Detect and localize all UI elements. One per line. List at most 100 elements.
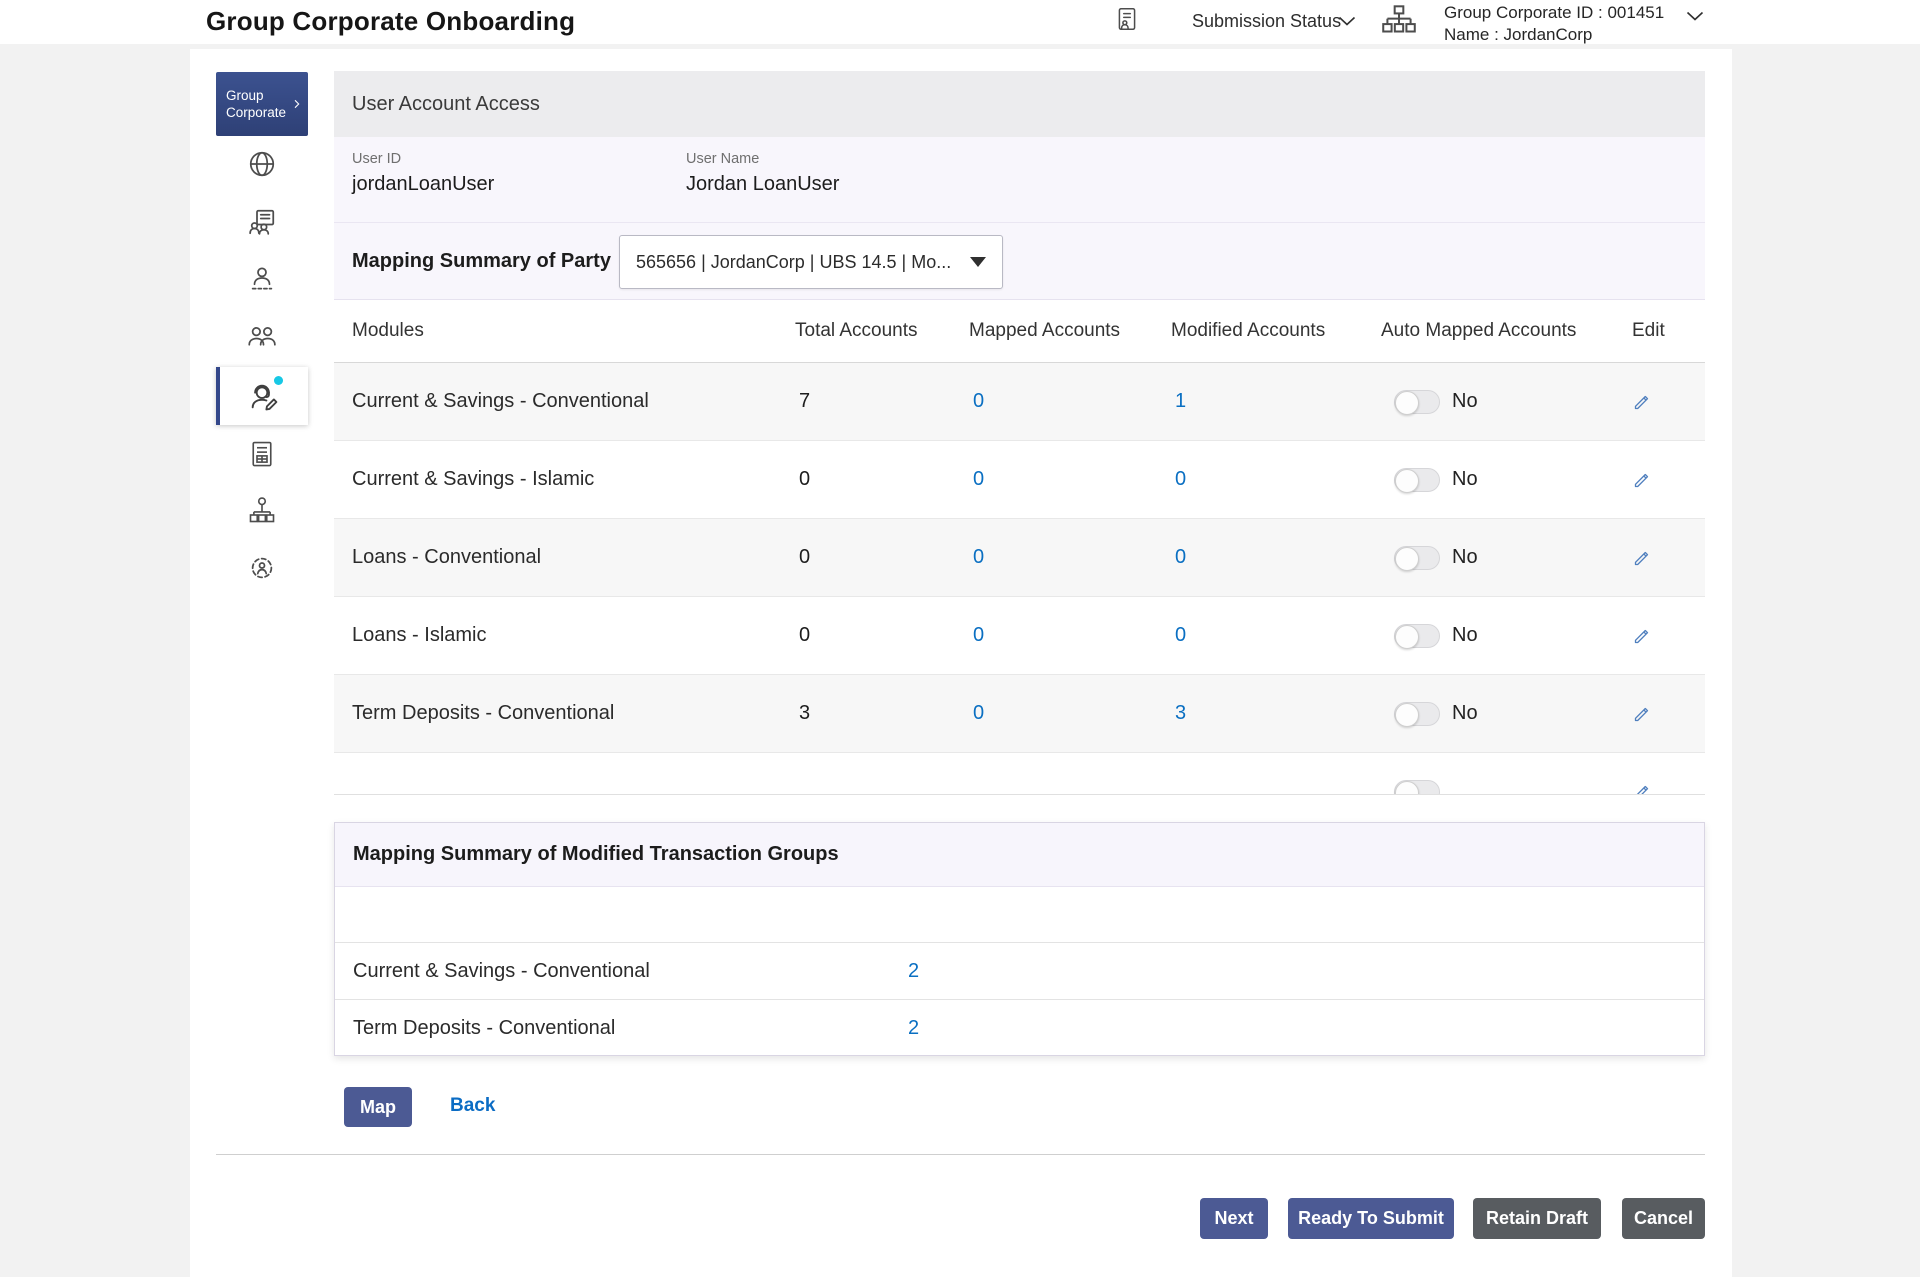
- org-chart-icon: [1380, 4, 1418, 43]
- party-icon: [247, 321, 277, 351]
- mapped-accounts-link[interactable]: 0: [969, 390, 1171, 413]
- submission-status-label[interactable]: Submission Status: [1192, 11, 1341, 32]
- ready-to-submit-button[interactable]: Ready To Submit: [1288, 1198, 1454, 1239]
- table-row: Term Deposits - Conventional 3 0 3 No: [334, 675, 1705, 753]
- module-name: Loans - Islamic: [352, 624, 795, 647]
- main-card: Group Corporate: [190, 49, 1732, 1277]
- total-accounts: 0: [795, 468, 969, 491]
- modified-accounts-link[interactable]: 0: [1171, 624, 1381, 647]
- user-name-value: Jordan LoanUser: [686, 173, 839, 196]
- total-accounts: 3: [795, 702, 969, 725]
- table-row: Loans - Islamic 0 0 0 No: [334, 597, 1705, 675]
- group-corporate-id: Group Corporate ID : 001451: [1444, 2, 1664, 24]
- sidebar-group-corporate[interactable]: Group Corporate: [216, 72, 308, 136]
- user-icon: [247, 263, 277, 293]
- party-select-value: 565656 | JordanCorp | UBS 14.5 | Mo...: [636, 252, 951, 273]
- dropdown-caret-icon: [970, 257, 986, 267]
- spacer: [335, 887, 1704, 942]
- auto-mapped-label: No: [1452, 702, 1478, 725]
- group-count-link[interactable]: 2: [908, 1017, 1704, 1040]
- edit-icon[interactable]: [1632, 469, 1653, 490]
- corporate-profile-icon: [247, 207, 277, 237]
- mapping-summary-row: Mapping Summary of Party 565656 | Jordan…: [334, 222, 1705, 300]
- auto-mapped-toggle[interactable]: [1394, 546, 1440, 570]
- sidebar-item-approval-hierarchy[interactable]: [216, 481, 308, 539]
- submission-status-icon: [1114, 4, 1140, 39]
- chevron-down-icon[interactable]: [1338, 13, 1356, 31]
- mapped-accounts-link[interactable]: 0: [969, 546, 1171, 569]
- sidebar-item-party[interactable]: [216, 307, 308, 365]
- auto-mapped-toggle[interactable]: [1394, 390, 1440, 414]
- next-button[interactable]: Next: [1200, 1198, 1268, 1239]
- edit-icon[interactable]: [1632, 781, 1653, 795]
- auto-mapped-label: No: [1452, 546, 1478, 569]
- group-name: Current & Savings - Conventional: [353, 960, 908, 983]
- section-title: User Account Access: [352, 93, 540, 116]
- col-edit: Edit: [1632, 320, 1705, 342]
- module-name: Current & Savings - Conventional: [352, 390, 795, 413]
- col-modified: Modified Accounts: [1171, 320, 1381, 342]
- mapped-accounts-link[interactable]: 0: [969, 468, 1171, 491]
- list-item: Current & Savings - Conventional 2: [335, 942, 1704, 999]
- user-id-value: jordanLoanUser: [352, 173, 494, 196]
- col-modules: Modules: [352, 320, 795, 342]
- group-corporate-label: Group Corporate: [226, 87, 294, 121]
- group-count-link[interactable]: 2: [908, 960, 1704, 983]
- module-name: Term Deposits - Conventional: [352, 702, 795, 725]
- globe-icon: [247, 149, 277, 179]
- chevron-down-icon[interactable]: [1686, 8, 1704, 26]
- user-settings-icon: [247, 553, 277, 583]
- sidebar-item-user[interactable]: [216, 249, 308, 307]
- retain-draft-button[interactable]: Retain Draft: [1473, 1198, 1601, 1239]
- col-mapped: Mapped Accounts: [969, 320, 1171, 342]
- user-name-label: User Name: [686, 151, 759, 167]
- user-info-section: User ID jordanLoanUser User Name Jordan …: [334, 137, 1705, 222]
- auto-mapped-label: No: [1452, 624, 1478, 647]
- sidebar-item-globe[interactable]: [216, 135, 308, 193]
- table-row: Current & Savings - Conventional 7 0 1 N…: [334, 363, 1705, 441]
- approval-hierarchy-icon: [247, 495, 277, 525]
- auto-mapped-toggle[interactable]: [1394, 624, 1440, 648]
- edit-icon[interactable]: [1632, 391, 1653, 412]
- modified-accounts-link[interactable]: 0: [1171, 546, 1381, 569]
- modified-accounts-link[interactable]: 0: [1171, 468, 1381, 491]
- total-accounts: 0: [795, 546, 969, 569]
- group-name: Term Deposits - Conventional: [353, 1017, 908, 1040]
- sidebar-item-user-settings[interactable]: [216, 539, 308, 597]
- group-corporate-info[interactable]: Group Corporate ID : 001451 Name : Jorda…: [1444, 2, 1664, 46]
- mapped-accounts-link[interactable]: 0: [969, 702, 1171, 725]
- edit-icon[interactable]: [1632, 625, 1653, 646]
- map-button[interactable]: Map: [344, 1087, 412, 1127]
- col-total: Total Accounts: [795, 320, 969, 342]
- transaction-groups-section: Mapping Summary of Modified Transaction …: [334, 822, 1705, 1056]
- modified-accounts-link[interactable]: 3: [1171, 702, 1381, 725]
- sidebar-item-user-account-access[interactable]: [216, 367, 308, 425]
- sidebar-item-report[interactable]: [216, 425, 308, 483]
- divider: [216, 1154, 1705, 1155]
- auto-mapped-toggle[interactable]: [1394, 468, 1440, 492]
- list-item: Term Deposits - Conventional 2: [335, 999, 1704, 1056]
- edit-icon[interactable]: [1632, 547, 1653, 568]
- top-header: Group Corporate Onboarding Submission St…: [0, 0, 1920, 44]
- col-auto: Auto Mapped Accounts: [1381, 320, 1632, 342]
- cancel-button[interactable]: Cancel: [1622, 1198, 1705, 1239]
- modules-table: Modules Total Accounts Mapped Accounts M…: [334, 300, 1705, 795]
- module-name: Current & Savings - Islamic: [352, 468, 795, 491]
- party-select[interactable]: 565656 | JordanCorp | UBS 14.5 | Mo...: [619, 235, 1003, 289]
- modified-accounts-link[interactable]: 1: [1171, 390, 1381, 413]
- back-link[interactable]: Back: [450, 1095, 495, 1117]
- auto-mapped-toggle[interactable]: [1394, 702, 1440, 726]
- module-name: Loans - Conventional: [352, 546, 795, 569]
- user-id-label: User ID: [352, 151, 401, 167]
- transaction-groups-title: Mapping Summary of Modified Transaction …: [335, 823, 1704, 887]
- table-row: Loans - Conventional 0 0 0 No: [334, 519, 1705, 597]
- active-indicator-dot: [274, 376, 283, 385]
- mapped-accounts-link[interactable]: 0: [969, 624, 1171, 647]
- page-title: Group Corporate Onboarding: [206, 6, 575, 37]
- chevron-right-icon: [294, 97, 300, 111]
- edit-icon[interactable]: [1632, 703, 1653, 724]
- auto-mapped-toggle[interactable]: [1394, 780, 1440, 796]
- auto-mapped-label: No: [1452, 468, 1478, 491]
- table-row: Current & Savings - Islamic 0 0 0 No: [334, 441, 1705, 519]
- sidebar-item-corporate-profile[interactable]: [216, 193, 308, 251]
